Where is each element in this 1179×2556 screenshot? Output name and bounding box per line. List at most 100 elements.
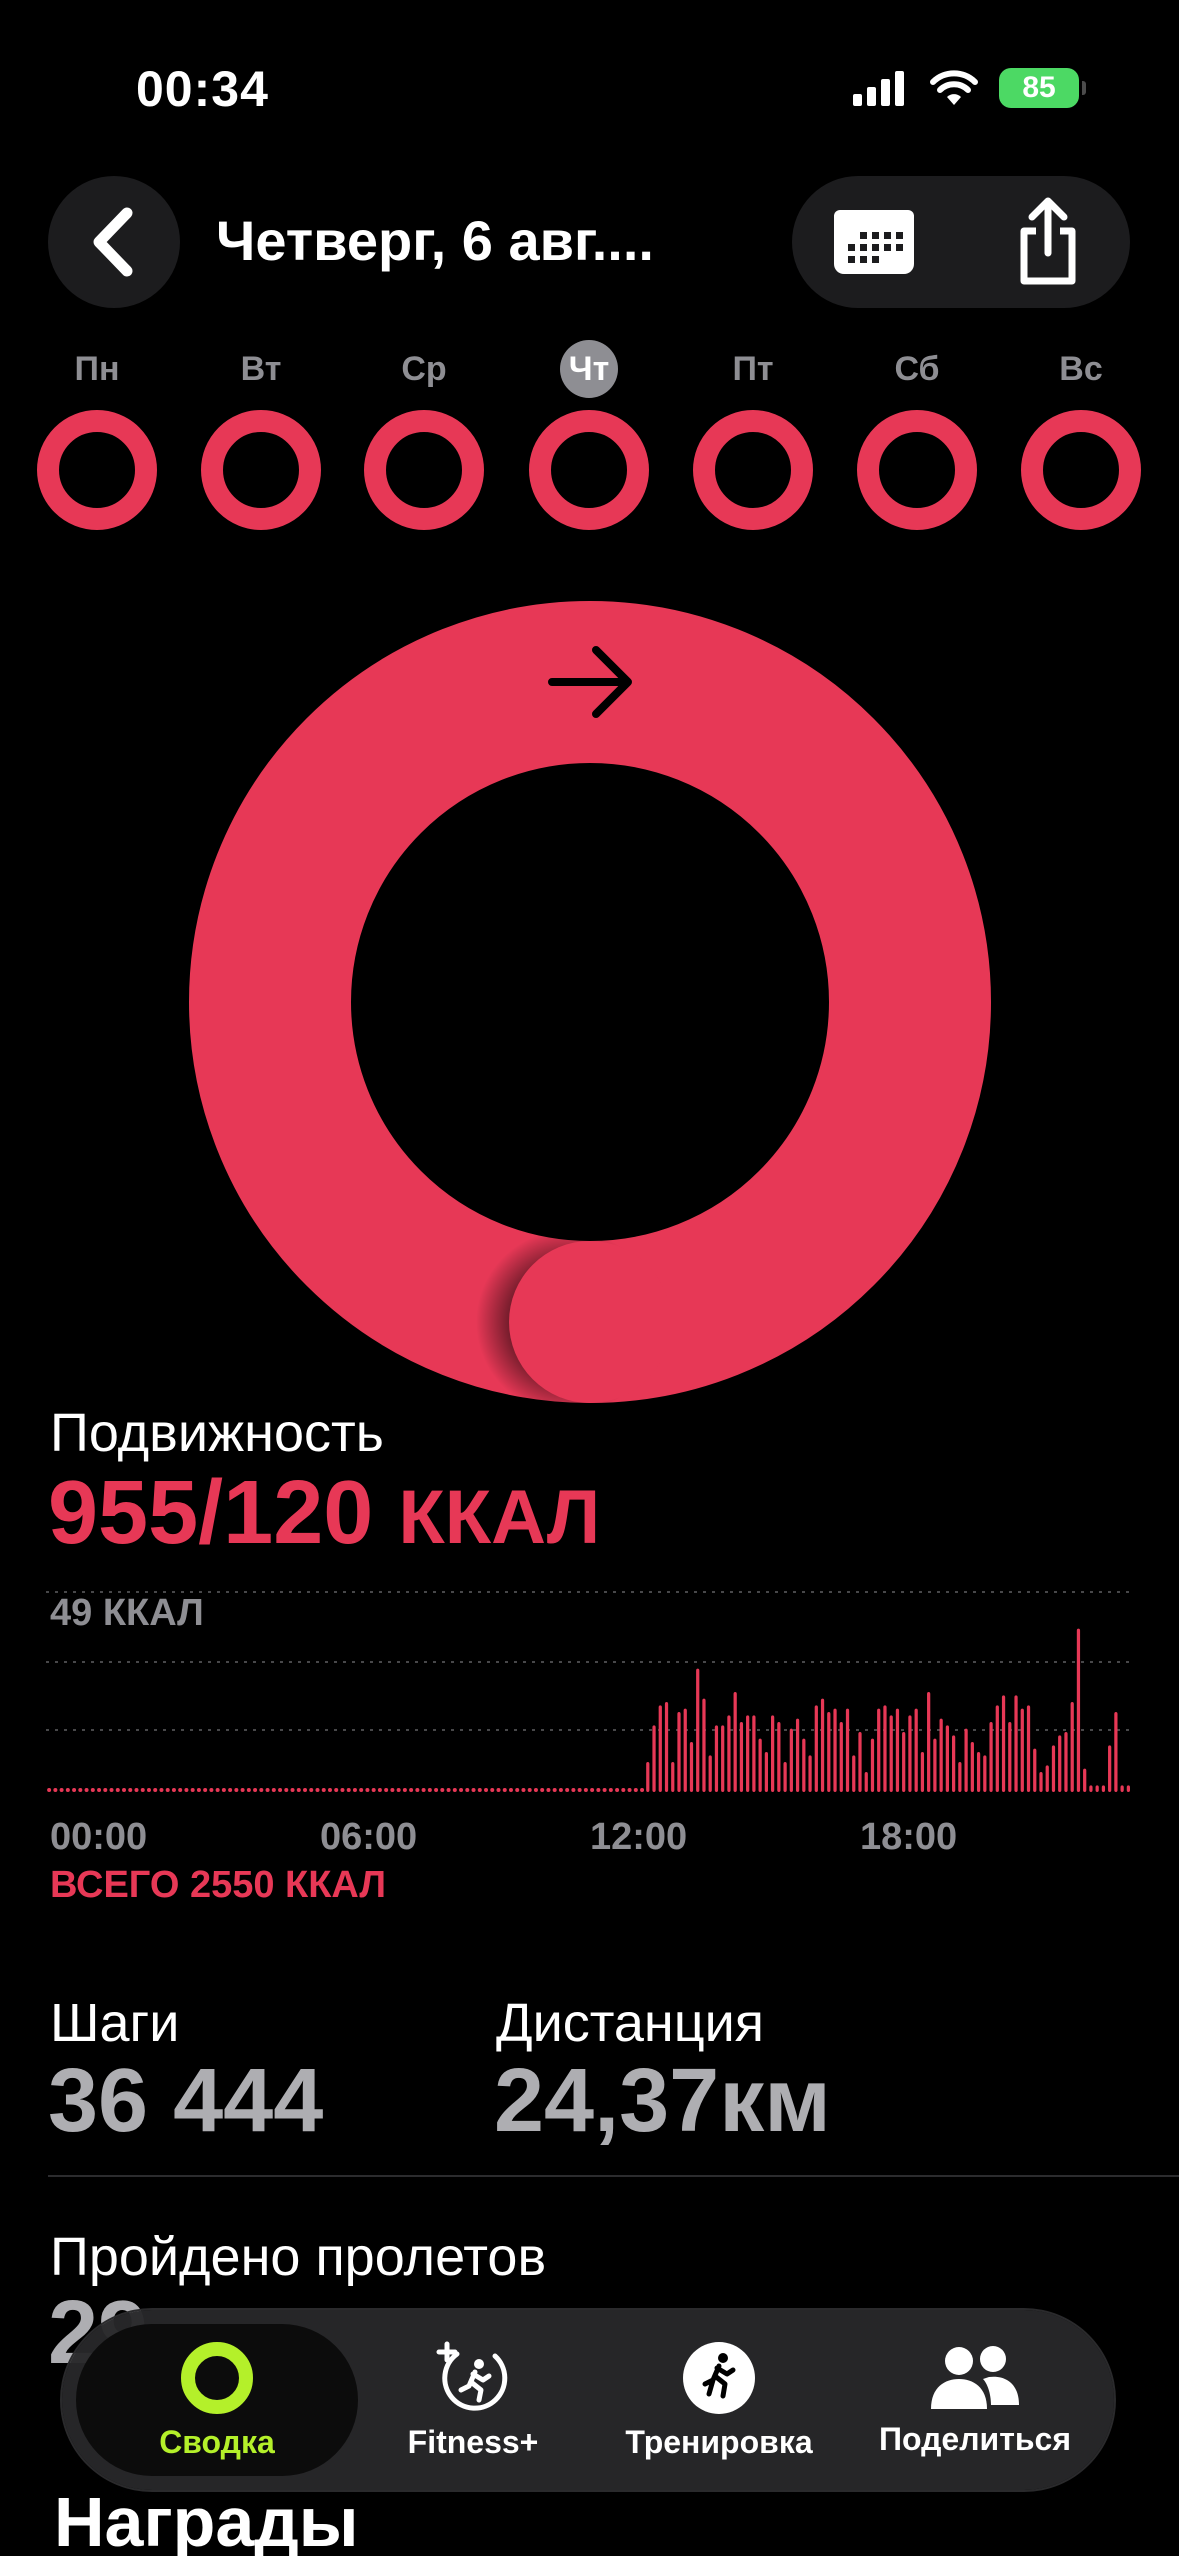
- chart-bar: [459, 1788, 464, 1792]
- chart-bar: [552, 1788, 557, 1792]
- chart-bar: [515, 1788, 520, 1792]
- chart-bar: [827, 1712, 831, 1792]
- chart-bar: [59, 1788, 64, 1792]
- chart-bar: [228, 1788, 233, 1792]
- chart-bar: [989, 1722, 993, 1792]
- chart-bar: [278, 1788, 283, 1792]
- tab-workout[interactable]: Тренировка: [588, 2310, 850, 2490]
- day-4[interactable]: Пт: [688, 340, 818, 532]
- day-2[interactable]: Ср: [359, 340, 489, 532]
- chart-bar: [914, 1708, 918, 1792]
- chart-bar: [858, 1732, 862, 1792]
- chart-bar: [396, 1788, 401, 1792]
- chart-bar: [902, 1732, 906, 1792]
- share-button[interactable]: [1006, 194, 1090, 290]
- chart-bar: [477, 1788, 482, 1792]
- chart-bar: [65, 1788, 70, 1792]
- x-tick-3: 18:00: [860, 1816, 958, 1858]
- tab-fitness-plus[interactable]: Fitness+: [358, 2310, 588, 2490]
- chart-bar: [602, 1788, 607, 1792]
- chart-bar: [615, 1788, 620, 1792]
- chart-bar: [234, 1788, 239, 1792]
- chart-bar: [296, 1788, 301, 1792]
- chart-bar: [895, 1708, 900, 1792]
- chart-bar: [159, 1788, 164, 1792]
- chart-bar: [727, 1715, 731, 1792]
- day-label: Пн: [74, 350, 120, 388]
- chart-bar: [976, 1752, 981, 1792]
- chart-bar: [434, 1788, 439, 1792]
- chart-bar: [771, 1715, 775, 1792]
- divider: [48, 2175, 1179, 2177]
- chart-bar: [1008, 1722, 1012, 1792]
- back-button[interactable]: [48, 176, 180, 308]
- chart-bar: [939, 1718, 943, 1792]
- distance-label: Дистанция: [496, 1993, 765, 2053]
- day-1[interactable]: Вт: [196, 340, 326, 532]
- chart-bar: [146, 1788, 151, 1792]
- chart-bar: [820, 1698, 825, 1792]
- chart-bar: [171, 1788, 176, 1792]
- chart-bar: [1095, 1785, 1099, 1792]
- calendar-button[interactable]: [832, 200, 916, 284]
- chart-bar: [1101, 1785, 1106, 1792]
- day-label: Чт: [560, 340, 618, 398]
- chart-bar: [384, 1788, 389, 1792]
- move-label: Подвижность: [50, 1403, 384, 1463]
- tab-label: Сводка: [159, 2423, 275, 2460]
- chart-bar: [1070, 1702, 1074, 1792]
- chart-bar: [683, 1708, 687, 1792]
- chart-bar: [633, 1788, 638, 1792]
- battery-icon: 85: [999, 68, 1086, 108]
- chart-bar: [758, 1738, 762, 1792]
- chart-bar: [190, 1788, 195, 1792]
- chart-bar: [889, 1715, 893, 1792]
- chart-bar: [452, 1788, 457, 1792]
- chart-bar: [577, 1788, 582, 1792]
- chart-bar: [490, 1788, 495, 1792]
- chart-bar: [1089, 1785, 1093, 1792]
- chart-bar: [845, 1708, 850, 1792]
- move-ring[interactable]: [188, 600, 992, 1404]
- chart-bar: [952, 1735, 956, 1792]
- chart-bar: [246, 1788, 251, 1792]
- chart-bar: [253, 1788, 258, 1792]
- chart-bar: [284, 1788, 289, 1792]
- x-tick-1: 06:00: [320, 1816, 418, 1858]
- chart-bar: [178, 1788, 183, 1792]
- chart-bar: [115, 1788, 120, 1792]
- day-0[interactable]: Пн: [32, 340, 162, 532]
- chart-bar: [995, 1705, 999, 1792]
- date-title[interactable]: Четверг, 6 авг....: [216, 208, 654, 273]
- calendar-icon: [834, 210, 914, 274]
- chart-bar: [103, 1788, 108, 1792]
- chart-bar: [271, 1788, 276, 1792]
- chart-bar: [746, 1715, 750, 1792]
- day-5[interactable]: Сб: [852, 340, 982, 532]
- tab-sharing[interactable]: Поделиться: [850, 2310, 1100, 2490]
- chart-bar: [877, 1708, 881, 1792]
- day-6[interactable]: Вс: [1016, 340, 1146, 532]
- chart-bar: [346, 1788, 351, 1792]
- chart-bar: [209, 1788, 214, 1792]
- chart-bar: [833, 1708, 837, 1792]
- chart-bar: [571, 1788, 576, 1792]
- chart-bar: [465, 1788, 470, 1792]
- chart-bar: [471, 1788, 476, 1792]
- battery-level: 85: [1022, 71, 1056, 104]
- day-3[interactable]: Чт: [524, 340, 654, 532]
- chart-bar: [689, 1742, 694, 1792]
- day-label: Пт: [732, 350, 774, 388]
- move-ring-track: [189, 601, 991, 1403]
- chart-bar: [546, 1788, 551, 1792]
- chart-bar: [1114, 1712, 1118, 1792]
- chart-bar: [864, 1772, 868, 1792]
- chart-bar: [927, 1692, 931, 1792]
- chart-bar: [945, 1725, 949, 1792]
- chart-bar: [970, 1742, 974, 1792]
- chart-bar: [340, 1788, 345, 1792]
- chart-bar: [1083, 1768, 1087, 1792]
- chart-bar: [390, 1788, 395, 1792]
- fitness-plus-icon: [436, 2341, 508, 2411]
- tab-summary[interactable]: Сводка: [76, 2310, 358, 2490]
